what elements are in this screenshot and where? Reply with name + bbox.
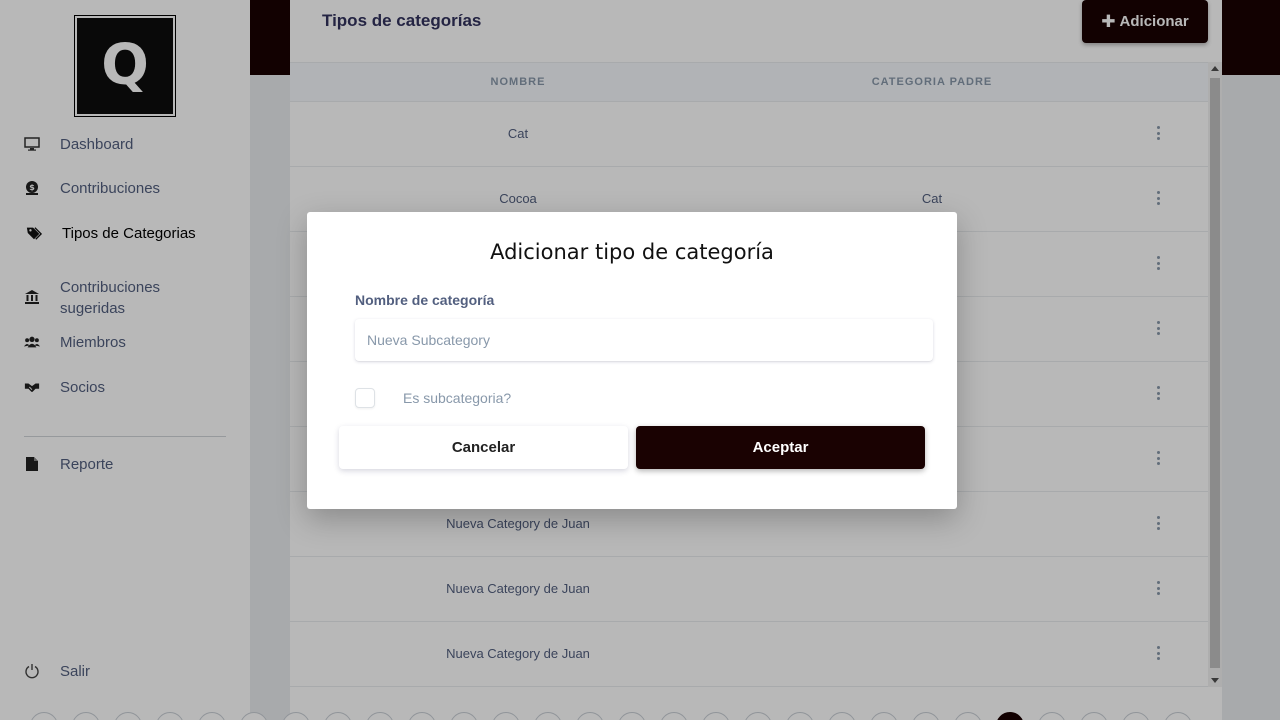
add-category-modal: Adicionar tipo de categoría Nombre de ca… (307, 212, 957, 509)
cancel-button[interactable]: Cancelar (339, 426, 628, 469)
accept-button[interactable]: Aceptar (636, 426, 925, 469)
subcategory-checkbox[interactable] (355, 388, 375, 408)
subcategory-checkbox-label[interactable]: Es subcategoria? (403, 390, 511, 406)
modal-title: Adicionar tipo de categoría (490, 240, 774, 264)
category-name-input[interactable] (355, 319, 933, 361)
category-name-label: Nombre de categoría (355, 292, 495, 308)
